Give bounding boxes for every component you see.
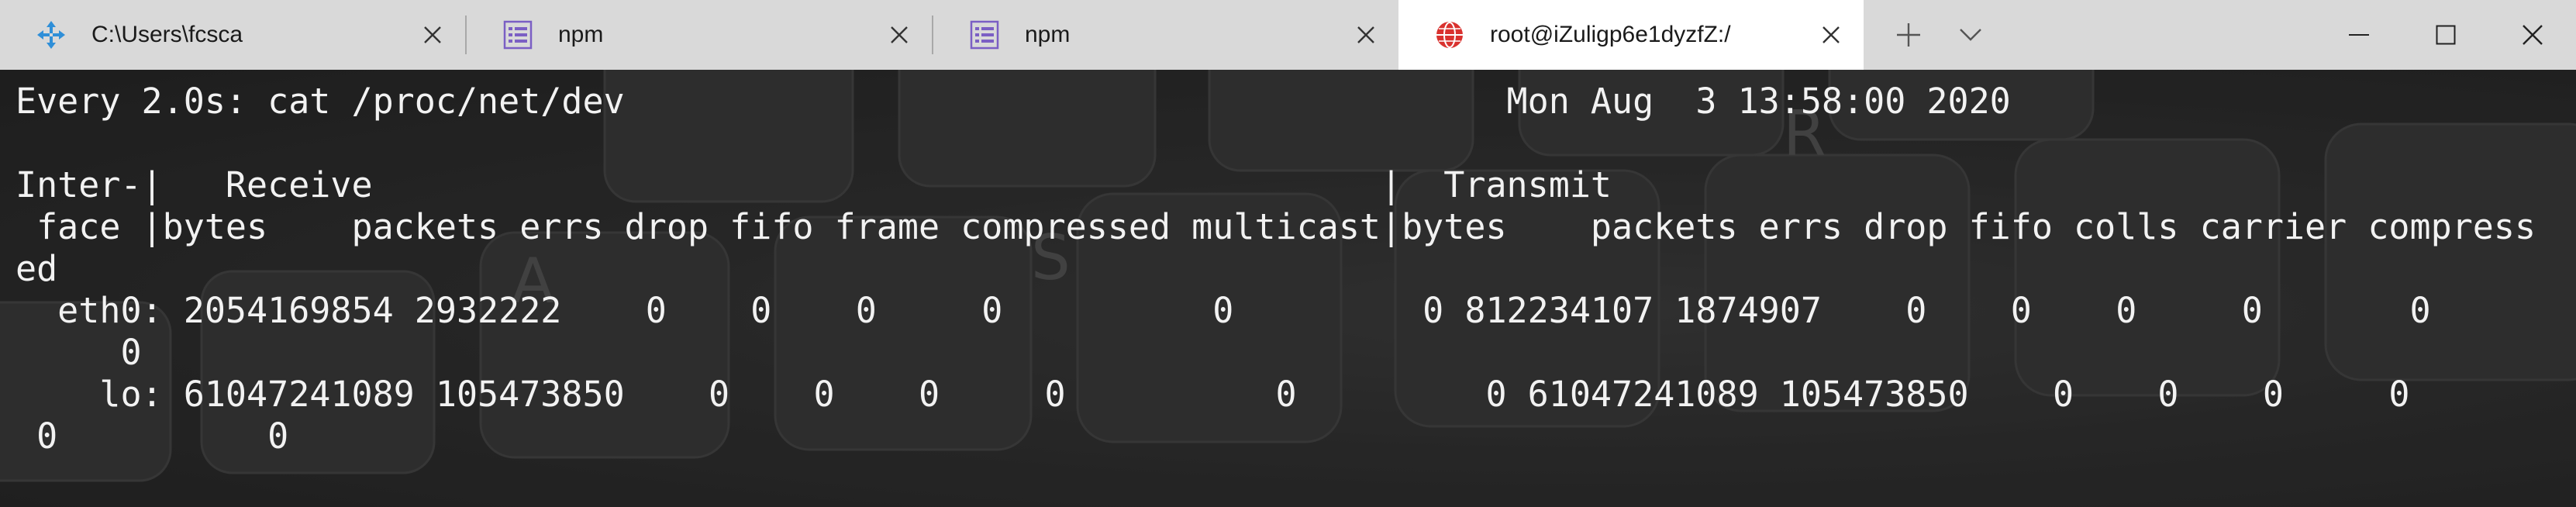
tab-title: C:\Users\fcsca [91, 22, 243, 47]
chevron-down-icon [1960, 29, 1981, 41]
close-icon [2523, 25, 2543, 45]
new-tab-button[interactable] [1878, 0, 1940, 70]
close-icon[interactable] [1816, 19, 1847, 50]
terminal-line: 0 [16, 332, 142, 373]
terminal-line: ed [16, 248, 58, 289]
move-arrows-icon [34, 18, 68, 52]
globe-icon [1433, 18, 1467, 52]
window-controls [2316, 0, 2576, 70]
terminal-line: eth0: 2054169854 2932222 0 0 0 0 0 0 812… [16, 290, 2431, 331]
close-window-button[interactable] [2489, 0, 2576, 70]
close-icon[interactable] [884, 19, 915, 50]
close-icon[interactable] [417, 19, 448, 50]
tab-title: npm [558, 22, 604, 47]
tab-actions [1864, 0, 2002, 70]
plus-icon [1897, 23, 1920, 47]
tab-ssh-root[interactable]: root@iZuligp6e1dyzfZ:/ [1398, 0, 1864, 70]
terminal-line: Inter-| Receive | Transmit [16, 164, 1612, 205]
maximize-button[interactable] [2402, 0, 2489, 70]
minimize-icon [2349, 34, 2369, 36]
tab-bar: C:\Users\fcsca npm npm root@iZuligp6e1dy… [0, 0, 2576, 70]
terminal-line: lo: 61047241089 105473850 0 0 0 0 0 0 61… [16, 374, 2410, 415]
tab-cmd[interactable]: C:\Users\fcsca [0, 0, 465, 70]
tab-npm-1[interactable]: npm [467, 0, 932, 70]
terminal-line: 0 0 [16, 416, 289, 457]
minimize-button[interactable] [2316, 0, 2402, 70]
terminal-line: Every 2.0s: cat /proc/net/dev Mon Aug 3 … [16, 81, 2011, 122]
terminal-line: face |bytes packets errs drop fifo frame… [16, 206, 2536, 247]
terminal-window: C:\Users\fcsca npm npm root@iZuligp6e1dy… [0, 0, 2576, 507]
tab-npm-2[interactable]: npm [933, 0, 1398, 70]
tab-dropdown-button[interactable] [1940, 0, 2002, 70]
tab-title: npm [1025, 22, 1071, 47]
tab-title: root@iZuligp6e1dyzfZ:/ [1490, 22, 1731, 47]
terminal-body[interactable]: A S R Every 2.0s: cat /proc/net/dev Mon … [0, 70, 2576, 507]
list-icon [967, 18, 1002, 52]
list-icon [501, 18, 535, 52]
terminal-output: Every 2.0s: cat /proc/net/dev Mon Aug 3 … [16, 81, 2536, 457]
maximize-icon [2436, 25, 2456, 45]
close-icon[interactable] [1350, 19, 1381, 50]
